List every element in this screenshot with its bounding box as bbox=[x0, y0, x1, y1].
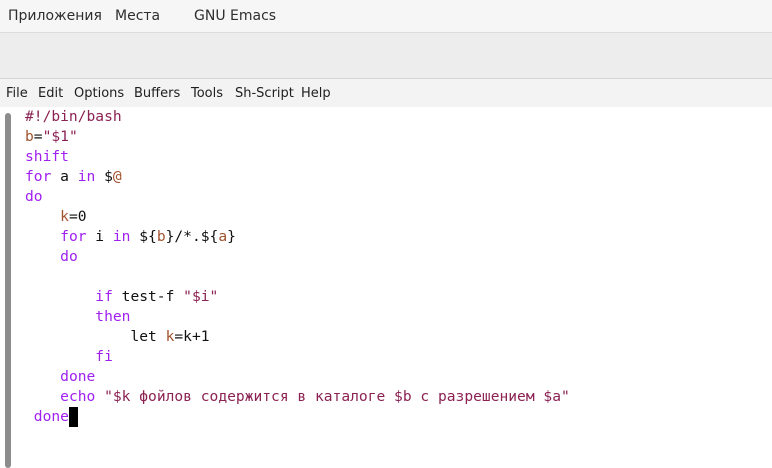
code-line[interactable]: k=0 bbox=[25, 207, 87, 227]
code-token: done bbox=[60, 368, 96, 385]
menu-file[interactable]: File bbox=[6, 86, 28, 101]
code-line[interactable]: do bbox=[25, 187, 43, 207]
code-token: shift bbox=[25, 148, 69, 165]
code-line[interactable]: for a in $@ bbox=[25, 167, 122, 187]
menu-help[interactable]: Help bbox=[301, 86, 331, 101]
code-token: "$1" bbox=[42, 128, 78, 145]
code-token: a bbox=[218, 228, 228, 245]
code-token: b bbox=[25, 128, 34, 145]
code-token: = bbox=[33, 128, 43, 145]
code-token: ${ bbox=[130, 228, 157, 245]
code-token: "$k фойлов содержится в каталоге $b с ра… bbox=[104, 388, 570, 405]
code-line[interactable]: let k=k+1 bbox=[25, 327, 210, 347]
code-token: done bbox=[33, 408, 69, 425]
code-token: do bbox=[60, 248, 78, 265]
code-token: "$i" bbox=[183, 288, 219, 305]
code-token: echo bbox=[60, 388, 96, 405]
code-line[interactable]: then bbox=[25, 307, 130, 327]
toolbar bbox=[0, 33, 772, 79]
code-token: let bbox=[25, 328, 166, 345]
code-token: if bbox=[95, 288, 113, 305]
code-token: =0 bbox=[68, 208, 87, 225]
text-cursor bbox=[68, 407, 78, 427]
menu-options[interactable]: Options bbox=[74, 86, 124, 101]
code-line[interactable]: shift bbox=[25, 147, 69, 167]
code-line[interactable]: b="$1" bbox=[25, 127, 78, 147]
code-token: } bbox=[227, 228, 236, 245]
code-token: =k+1 bbox=[174, 328, 210, 345]
top-panel: Приложения Места GNU Emacs bbox=[0, 0, 772, 33]
code-token: a bbox=[51, 168, 78, 185]
code-line[interactable]: #!/bin/bash bbox=[25, 107, 122, 127]
code-token: in bbox=[112, 228, 131, 245]
code-token: then bbox=[95, 308, 131, 325]
editor-window[interactable]: #!/bin/bash b="$1" shift for a in $@ do k=0 … bbox=[0, 107, 772, 468]
code-line[interactable]: if test-f "$i" bbox=[25, 287, 218, 307]
code-token: }/*.${ bbox=[165, 228, 219, 245]
code-token: $ bbox=[95, 168, 113, 185]
menu-tools[interactable]: Tools bbox=[191, 86, 223, 101]
code-token: i bbox=[86, 228, 113, 245]
active-app-title[interactable]: GNU Emacs bbox=[194, 8, 276, 24]
code-line[interactable]: done bbox=[25, 407, 78, 427]
code-token: test-f bbox=[112, 288, 184, 305]
code-token: for bbox=[60, 228, 87, 245]
code-token: @ bbox=[112, 168, 122, 185]
code-line[interactable]: fi bbox=[25, 347, 113, 367]
code-token: for bbox=[25, 168, 52, 185]
code-token: k bbox=[60, 208, 69, 225]
code-token: fi bbox=[95, 348, 113, 365]
emacs-menubar: File Edit Options Buffers Tools Sh-Scrip… bbox=[0, 79, 772, 107]
menu-edit[interactable]: Edit bbox=[38, 86, 63, 101]
code-line[interactable]: echo "$k фойлов содержится в каталоге $b… bbox=[25, 387, 570, 407]
code-line[interactable]: do bbox=[25, 247, 78, 267]
code-token: do bbox=[25, 188, 43, 205]
applications-menu[interactable]: Приложения bbox=[8, 8, 102, 24]
menu-sh-script[interactable]: Sh-Script bbox=[235, 86, 294, 101]
vertical-scrollbar[interactable] bbox=[5, 113, 11, 468]
code-token: in bbox=[77, 168, 96, 185]
code-token: #!/bin/bash bbox=[25, 108, 122, 125]
menu-buffers[interactable]: Buffers bbox=[134, 86, 180, 101]
code-line[interactable]: for i in ${b}/*.${a} bbox=[25, 227, 236, 247]
left-fringe bbox=[0, 107, 22, 468]
code-line[interactable]: done bbox=[25, 367, 95, 387]
code-token: b bbox=[156, 228, 166, 245]
places-menu[interactable]: Места bbox=[115, 8, 160, 24]
